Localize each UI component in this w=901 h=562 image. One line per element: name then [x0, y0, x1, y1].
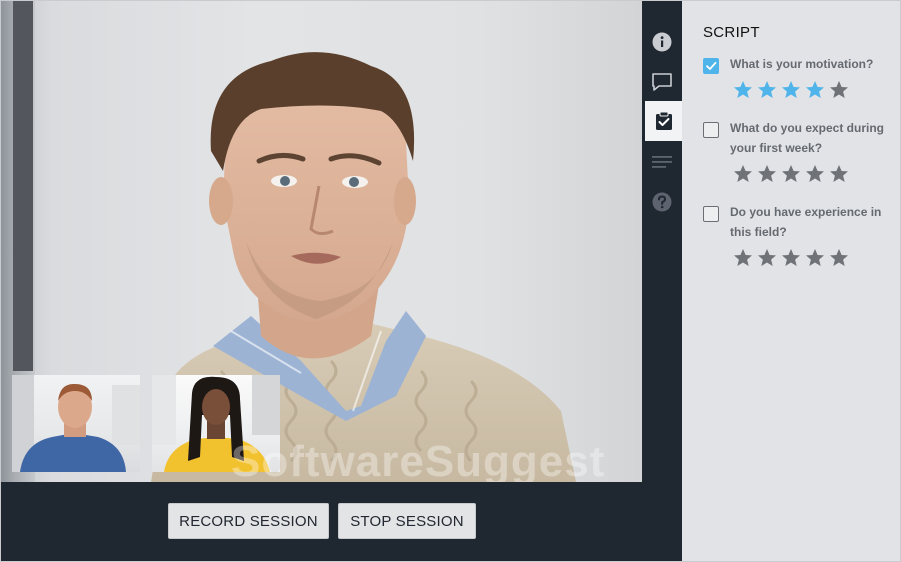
info-icon: [652, 32, 672, 52]
notes-lines-icon: [652, 156, 672, 168]
question-2-rating[interactable]: [733, 164, 849, 184]
star-icon[interactable]: [757, 248, 777, 268]
participant-thumbnail-2[interactable]: [152, 375, 280, 472]
star-icon[interactable]: [733, 248, 753, 268]
video-session-window: SoftwareSuggest RECORD SESSION STOP SESS…: [0, 0, 901, 562]
star-icon[interactable]: [829, 80, 849, 100]
star-icon[interactable]: [733, 80, 753, 100]
star-icon[interactable]: [733, 164, 753, 184]
side-icon-rail: [642, 1, 682, 561]
question-3-text: Do you have experience in this field?: [730, 205, 882, 239]
question-1-text: What is your motivation?: [730, 57, 874, 71]
rail-item-script[interactable]: [645, 101, 682, 141]
participant-1-video-image: [12, 375, 140, 472]
question-3-rating[interactable]: [733, 248, 849, 268]
rail-item-help[interactable]: [642, 182, 682, 222]
star-icon[interactable]: [757, 164, 777, 184]
question-2-text: What do you expect during your first wee…: [730, 121, 885, 155]
rail-item-notes[interactable]: [642, 142, 682, 182]
clipboard-check-icon: [655, 111, 672, 130]
star-icon[interactable]: [829, 164, 849, 184]
chat-icon: [652, 73, 672, 91]
star-icon[interactable]: [781, 248, 801, 268]
main-video-feed: SoftwareSuggest: [1, 1, 642, 482]
star-icon[interactable]: [757, 80, 777, 100]
star-icon[interactable]: [805, 164, 825, 184]
star-icon[interactable]: [781, 80, 801, 100]
record-session-button[interactable]: RECORD SESSION: [168, 503, 329, 539]
participant-thumbnail-1[interactable]: [12, 375, 140, 472]
question-1-rating[interactable]: [733, 80, 849, 100]
stop-session-button[interactable]: STOP SESSION: [338, 503, 476, 539]
star-icon[interactable]: [781, 164, 801, 184]
checkmark-icon: [706, 61, 717, 71]
help-icon: [652, 192, 672, 212]
question-3-checkbox[interactable]: [703, 206, 719, 222]
script-panel: SCRIPT What is your motivation? What do …: [682, 1, 900, 561]
session-controls-bar: RECORD SESSION STOP SESSION: [1, 482, 642, 561]
question-2-checkbox[interactable]: [703, 122, 719, 138]
rail-item-info[interactable]: [642, 22, 682, 62]
participant-2-video-image: [152, 375, 280, 472]
star-icon[interactable]: [829, 248, 849, 268]
rail-item-chat[interactable]: [642, 62, 682, 102]
script-title: SCRIPT: [703, 24, 760, 41]
question-1-checkbox[interactable]: [703, 58, 719, 74]
star-icon[interactable]: [805, 80, 825, 100]
star-icon[interactable]: [805, 248, 825, 268]
